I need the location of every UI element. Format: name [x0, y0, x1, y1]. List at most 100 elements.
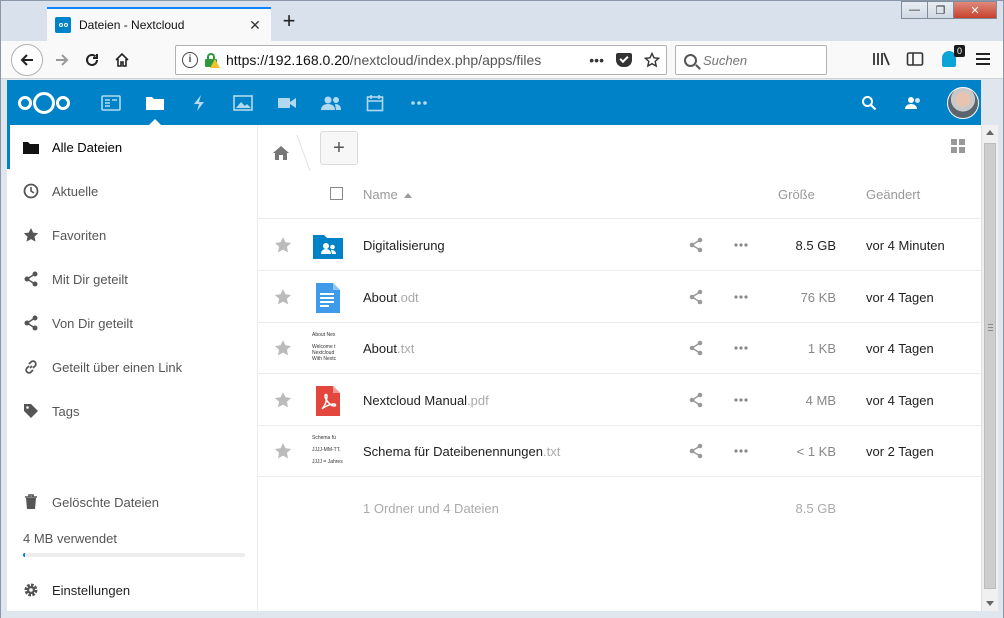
more-actions-icon[interactable]: [732, 340, 750, 356]
window-bottom-border: [1, 611, 1003, 618]
library-icon[interactable]: [871, 49, 891, 69]
url-text[interactable]: https://192.168.0.20/nextcloud/index.php…: [226, 52, 581, 68]
nextcloud-header: [7, 80, 981, 125]
favorite-star-icon[interactable]: [274, 288, 292, 306]
tab-close-icon[interactable]: ✕: [247, 17, 263, 34]
gear-icon: [23, 582, 39, 598]
file-name[interactable]: About.odt: [363, 290, 419, 305]
more-apps-icon[interactable]: [397, 80, 441, 125]
thumb-line: JJJJ-MM-TT,: [312, 447, 341, 453]
info-icon[interactable]: i: [182, 52, 198, 68]
scroll-down-icon[interactable]: [986, 601, 994, 606]
nextcloud-logo-icon[interactable]: [13, 91, 75, 115]
more-actions-icon[interactable]: [732, 237, 750, 253]
search-bar[interactable]: [675, 45, 827, 75]
home-button[interactable]: [107, 45, 137, 75]
table-row[interactable]: Schema fü JJJJ-MM-TT, JJJJ = Jahres Sche…: [258, 426, 981, 477]
browser-window: Dateien - Nextcloud ✕ + — ❐ ✕ i https://…: [0, 0, 1004, 618]
ghostery-extension-icon[interactable]: 0: [939, 45, 965, 69]
favorite-star-icon[interactable]: [274, 339, 292, 357]
table-row[interactable]: Digitalisierung 8.5 GB vor 4 Minuten: [258, 220, 981, 271]
file-name[interactable]: About.txt: [363, 341, 414, 356]
share-action-icon[interactable]: [688, 392, 704, 408]
file-name[interactable]: Digitalisierung: [363, 238, 445, 253]
browser-tab[interactable]: Dateien - Nextcloud ✕: [47, 7, 271, 41]
table-row[interactable]: About Nex Welcome t Nextcloud With Nextc…: [258, 323, 981, 374]
sidebar-item-all-files[interactable]: Alle Dateien: [7, 125, 257, 169]
scroll-thumb[interactable]: [984, 143, 996, 589]
insecure-lock-icon[interactable]: [204, 53, 220, 68]
new-tab-button[interactable]: +: [277, 10, 301, 34]
maximize-button[interactable]: ❐: [927, 1, 954, 19]
search-input[interactable]: [703, 52, 813, 68]
vertical-scrollbar[interactable]: [981, 125, 998, 611]
url-host: https://192.168.0.20: [226, 52, 350, 68]
reload-button[interactable]: [77, 45, 107, 75]
sidebar-item-shared-with-you[interactable]: Mit Dir geteilt: [7, 257, 257, 301]
hamburger-menu-icon[interactable]: [973, 49, 993, 69]
page-actions-icon[interactable]: •••: [589, 52, 604, 68]
contacts-app-icon[interactable]: [309, 80, 353, 125]
nc-search-icon[interactable]: [861, 95, 877, 111]
more-actions-icon[interactable]: [732, 443, 750, 459]
files-app-icon[interactable]: [133, 80, 177, 125]
column-name-label: Name: [363, 187, 398, 202]
table-row[interactable]: About.odt 76 KB vor 4 Tagen: [258, 272, 981, 323]
sidebar-toggle-icon[interactable]: [905, 49, 925, 69]
favorite-star-icon[interactable]: [274, 391, 292, 409]
more-actions-icon[interactable]: [732, 392, 750, 408]
close-window-button[interactable]: ✕: [953, 1, 997, 19]
file-name[interactable]: Nextcloud Manual.pdf: [363, 393, 489, 408]
contacts-menu-icon[interactable]: [903, 95, 923, 111]
table-row[interactable]: Nextcloud Manual.pdf 4 MB vor 4 Tagen: [258, 375, 981, 426]
column-name[interactable]: Name: [363, 187, 412, 202]
sidebar-item-shared-link[interactable]: Geteilt über einen Link: [7, 345, 257, 389]
title-bar: Dateien - Nextcloud ✕ + — ❐ ✕: [1, 1, 1003, 41]
back-arrow-icon: [20, 53, 33, 66]
back-button[interactable]: [11, 43, 43, 76]
column-size[interactable]: Größe: [778, 187, 815, 202]
grid-view-icon[interactable]: [951, 139, 965, 153]
favorite-star-icon[interactable]: [274, 236, 292, 254]
sidebar-item-recent[interactable]: Aktuelle: [7, 169, 257, 213]
favorite-star-icon[interactable]: [274, 442, 292, 460]
settings-button[interactable]: Einstellungen: [7, 568, 257, 612]
scroll-up-icon[interactable]: [986, 130, 994, 135]
share-action-icon[interactable]: [688, 443, 704, 459]
pocket-icon[interactable]: [616, 53, 632, 67]
column-modified[interactable]: Geändert: [866, 187, 920, 202]
file-modified: vor 4 Minuten: [866, 238, 945, 253]
forward-button[interactable]: [47, 45, 77, 75]
document-file-icon: [312, 282, 344, 314]
dashboard-app-icon[interactable]: [89, 80, 133, 125]
minimize-button[interactable]: —: [901, 1, 928, 19]
sidebar-item-shared-by-you[interactable]: Von Dir geteilt: [7, 301, 257, 345]
sidebar-item-favorites[interactable]: Favoriten: [7, 213, 257, 257]
user-avatar[interactable]: [947, 86, 979, 119]
breadcrumb-home-icon[interactable]: [272, 144, 290, 162]
file-summary: 1 Ordner und 4 Dateien 8.5 GB: [258, 495, 981, 525]
file-name[interactable]: Schema für Dateibenennungen.txt: [363, 444, 560, 459]
share-action-icon[interactable]: [688, 340, 704, 356]
tab-title: Dateien - Nextcloud: [79, 18, 185, 32]
share-action-icon[interactable]: [688, 237, 704, 253]
clock-icon: [23, 183, 39, 199]
url-bar[interactable]: i https://192.168.0.20/nextcloud/index.p…: [175, 45, 667, 75]
share-action-icon[interactable]: [688, 289, 704, 305]
sidebar-item-label: Von Dir geteilt: [52, 315, 133, 331]
breadcrumb: [272, 135, 311, 171]
activity-app-icon[interactable]: [177, 80, 221, 125]
file-modified: vor 4 Tagen: [866, 290, 934, 305]
new-file-button[interactable]: +: [320, 131, 358, 165]
bookmark-star-icon[interactable]: [644, 52, 660, 68]
sidebar-item-trash[interactable]: Gelöschte Dateien: [7, 480, 257, 524]
quota-text: 4 MB verwendet: [23, 531, 117, 546]
file-extension: .odt: [396, 290, 419, 305]
calendar-app-icon[interactable]: [353, 80, 397, 125]
sidebar-item-tags[interactable]: Tags: [7, 389, 257, 433]
more-actions-icon[interactable]: [732, 289, 750, 305]
video-call-app-icon[interactable]: [265, 80, 309, 125]
file-table-header: Name Größe Geändert: [258, 169, 981, 219]
select-all-checkbox[interactable]: [330, 187, 343, 200]
gallery-app-icon[interactable]: [221, 80, 265, 125]
